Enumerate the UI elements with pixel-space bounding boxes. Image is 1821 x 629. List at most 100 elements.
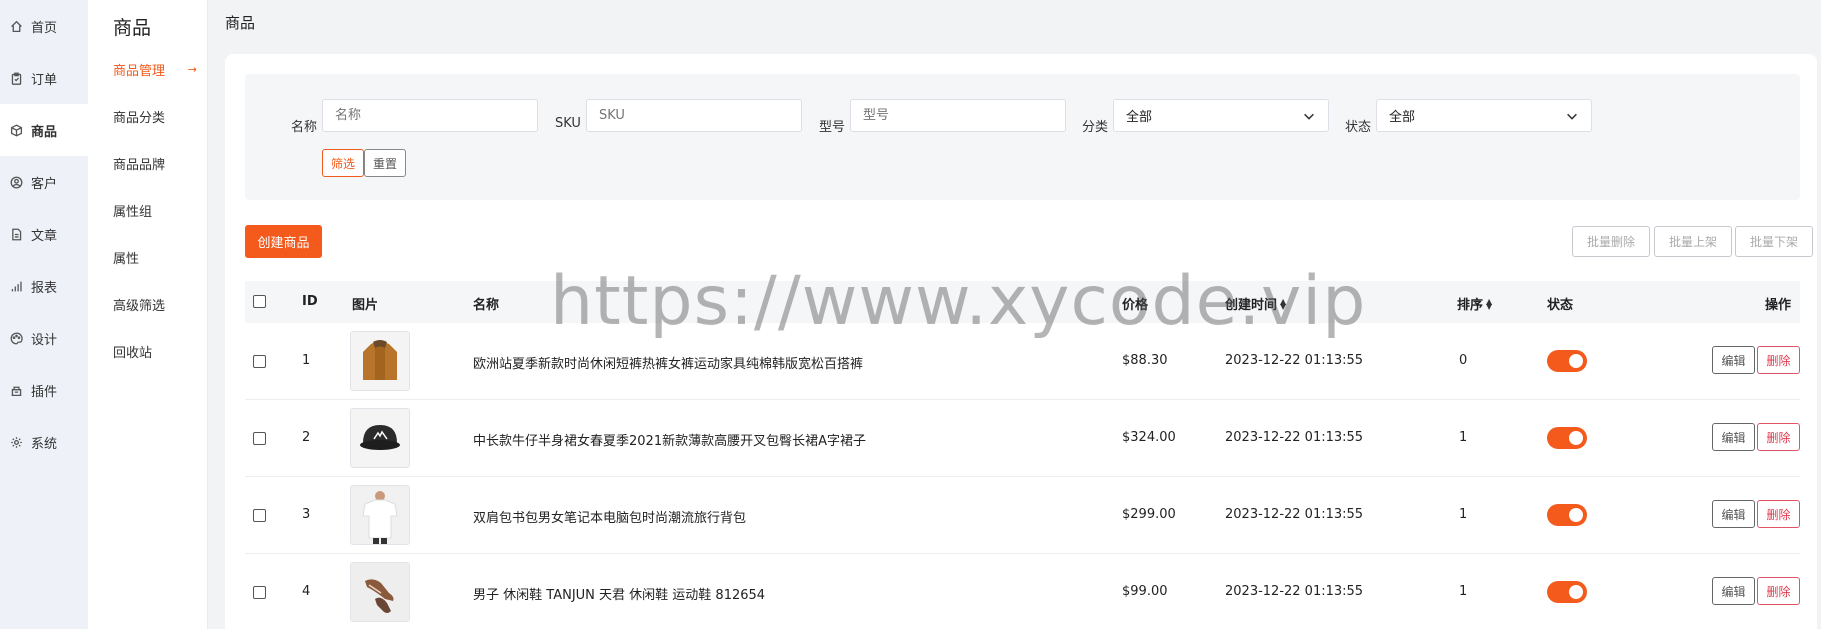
tshirt-image: [351, 486, 409, 544]
primary-nav: 首页 订单 商品 客户 文章 报表 设计 插件 系统: [0, 0, 88, 629]
name-input[interactable]: [322, 99, 538, 132]
product-image[interactable]: [350, 408, 410, 468]
edit-button[interactable]: 编辑: [1712, 346, 1755, 374]
submenu-item-advanced-filter[interactable]: 高级筛选: [88, 281, 207, 328]
edit-button[interactable]: 编辑: [1712, 577, 1755, 605]
nav-item-plugins[interactable]: 插件: [0, 364, 88, 416]
submenu-item-recycle-bin[interactable]: 回收站: [88, 328, 207, 375]
content-panel: 名称 SKU 型号 分类 全部 状态 全部 筛选 重置: [225, 54, 1817, 629]
header-sort[interactable]: 排序 ▲ ▼: [1457, 294, 1492, 313]
row-sort: 1: [1459, 430, 1468, 445]
header-status: 状态: [1547, 298, 1574, 313]
submenu-item-product-management[interactable]: 商品管理 →: [88, 46, 207, 93]
status-toggle[interactable]: [1547, 581, 1587, 603]
batch-on-shelf-button[interactable]: 批量上架: [1654, 226, 1732, 257]
row-id: 3: [302, 507, 311, 522]
edit-button[interactable]: 编辑: [1712, 500, 1755, 528]
shoe-image: [351, 563, 409, 621]
model-input[interactable]: [850, 99, 1066, 132]
nav-item-articles[interactable]: 文章: [0, 208, 88, 260]
filter-bar: 名称 SKU 型号 分类 全部 状态 全部 筛选 重置: [245, 74, 1800, 200]
row-sort: 1: [1459, 584, 1468, 599]
submenu-item-brands[interactable]: 商品品牌: [88, 140, 207, 187]
nav-item-system[interactable]: 系统: [0, 416, 88, 468]
nav-item-customers[interactable]: 客户: [0, 156, 88, 208]
sort-icon: ▲ ▼: [1280, 296, 1287, 311]
row-name: 双肩包书包男女笔记本电脑包时尚潮流旅行背包: [473, 511, 747, 526]
row-id: 1: [302, 353, 311, 368]
model-label: 型号: [819, 120, 846, 135]
product-image[interactable]: [350, 562, 410, 622]
table-row: 4 男子 休闲鞋 TANJUN 天君 休闲鞋 运动鞋 812654 $99.00…: [245, 554, 1800, 629]
sort-icon: ▲ ▼: [1486, 296, 1493, 311]
nav-item-orders[interactable]: 订单: [0, 52, 88, 104]
delete-button[interactable]: 删除: [1757, 500, 1800, 528]
palette-icon: [10, 332, 23, 344]
delete-button[interactable]: 删除: [1757, 346, 1800, 374]
row-price: $324.00: [1122, 430, 1176, 445]
delete-button[interactable]: 删除: [1757, 423, 1800, 451]
status-toggle[interactable]: [1547, 350, 1587, 372]
batch-delete-button[interactable]: 批量删除: [1572, 226, 1650, 257]
header-created[interactable]: 创建时间 ▲ ▼: [1225, 294, 1286, 313]
row-name: 中长款牛仔半身裙女春夏季2021新款薄款高腰开叉包臀长裙A字裙子: [473, 434, 866, 449]
row-created: 2023-12-22 01:13:55: [1225, 353, 1364, 368]
header-price: 价格: [1122, 298, 1149, 313]
row-sort: 0: [1459, 353, 1468, 368]
chevron-down-icon: [1567, 113, 1577, 120]
row-price: $99.00: [1122, 584, 1168, 599]
reset-button[interactable]: 重置: [364, 149, 407, 177]
row-checkbox[interactable]: [253, 432, 266, 445]
header-actions: 操作: [1765, 298, 1792, 313]
sku-label: SKU: [555, 116, 581, 131]
header-name: 名称: [473, 298, 500, 313]
table-header: ID 图片 名称 价格 创建时间 ▲ ▼ 排序 ▲ ▼ 状态 操作: [245, 281, 1800, 323]
nav-item-design[interactable]: 设计: [0, 312, 88, 364]
submenu-item-categories[interactable]: 商品分类: [88, 93, 207, 140]
header-id: ID: [302, 294, 318, 309]
status-toggle[interactable]: [1547, 504, 1587, 526]
status-toggle[interactable]: [1547, 427, 1587, 449]
chevron-down-icon: [1304, 113, 1314, 120]
row-created: 2023-12-22 01:13:55: [1225, 507, 1364, 522]
row-sort: 1: [1459, 507, 1468, 522]
bar-chart-icon: [11, 281, 22, 291]
create-product-button[interactable]: 创建商品: [245, 225, 322, 258]
edit-button[interactable]: 编辑: [1712, 423, 1755, 451]
table-row: 2 中长款牛仔半身裙女春夏季2021新款薄款高腰开叉包臀长裙A字裙子 $324.…: [245, 400, 1800, 477]
row-checkbox[interactable]: [253, 355, 266, 368]
sku-input[interactable]: [586, 99, 802, 132]
app: 首页 订单 商品 客户 文章 报表 设计 插件 系统 商品 商品管理 → 商品分…: [0, 0, 1821, 629]
filter-button[interactable]: 筛选: [322, 149, 365, 177]
cube-icon: [10, 123, 23, 137]
document-icon: [12, 228, 22, 240]
submenu-item-attributes[interactable]: 属性: [88, 234, 207, 281]
nav-item-home[interactable]: 首页: [0, 0, 88, 52]
batch-off-shelf-button[interactable]: 批量下架: [1735, 226, 1813, 257]
jacket-image: [351, 332, 409, 390]
gear-icon: [11, 436, 22, 448]
row-checkbox[interactable]: [253, 586, 266, 599]
row-created: 2023-12-22 01:13:55: [1225, 430, 1364, 445]
category-select[interactable]: 全部: [1113, 99, 1329, 132]
cap-image: [351, 409, 409, 467]
nav-item-products[interactable]: 商品: [0, 104, 88, 156]
row-price: $88.30: [1122, 353, 1168, 368]
select-all-checkbox[interactable]: [253, 295, 266, 308]
submenu: 商品 商品管理 → 商品分类 商品品牌 属性组 属性 高级筛选 回收站: [88, 0, 208, 629]
category-label: 分类: [1082, 120, 1109, 135]
nav-item-reports[interactable]: 报表: [0, 260, 88, 312]
table-row: 3 双肩包书包男女笔记本电脑包时尚潮流旅行背包 $299.00 2023-12-…: [245, 477, 1800, 554]
product-image[interactable]: [350, 331, 410, 391]
plugin-icon: [11, 386, 22, 396]
arrow-right-icon: →: [187, 63, 197, 76]
row-name: 男子 休闲鞋 TANJUN 天君 休闲鞋 运动鞋 812654: [473, 588, 766, 603]
delete-button[interactable]: 删除: [1757, 577, 1800, 605]
submenu-item-attribute-groups[interactable]: 属性组: [88, 187, 207, 234]
user-circle-icon: [10, 176, 23, 188]
product-image[interactable]: [350, 485, 410, 545]
status-select[interactable]: 全部: [1376, 99, 1592, 132]
row-created: 2023-12-22 01:13:55: [1225, 584, 1364, 599]
row-id: 2: [302, 430, 311, 445]
row-checkbox[interactable]: [253, 509, 266, 522]
